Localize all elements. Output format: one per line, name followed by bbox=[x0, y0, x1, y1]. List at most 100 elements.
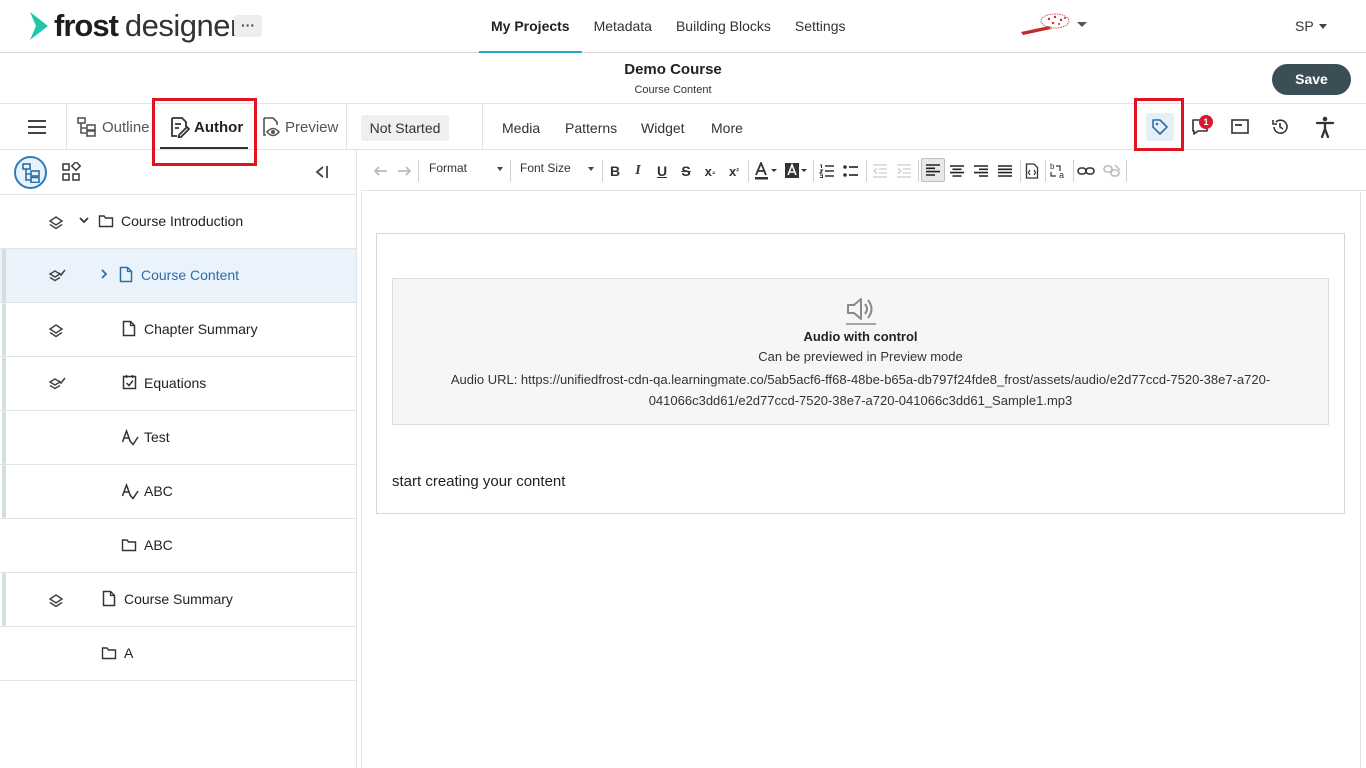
align-right-button[interactable] bbox=[971, 161, 991, 181]
org-dropdown-caret-icon[interactable] bbox=[1077, 22, 1087, 27]
tree-item-label: Course Introduction bbox=[121, 213, 244, 229]
tree-item-chapter-summary[interactable]: Chapter Summary bbox=[0, 303, 356, 357]
format-dropdown-label: Format bbox=[429, 161, 468, 175]
toolbar-separator bbox=[1020, 160, 1021, 182]
outline-tree-icon bbox=[77, 117, 96, 137]
nav-metadata[interactable]: Metadata bbox=[582, 0, 664, 53]
toolbar-divider bbox=[66, 104, 67, 150]
menu-patterns[interactable]: Patterns bbox=[565, 104, 617, 150]
course-title: Demo Course bbox=[624, 61, 722, 78]
history-button[interactable] bbox=[1269, 104, 1291, 150]
bullet-list-button[interactable] bbox=[841, 161, 861, 181]
bold-icon[interactable]: B bbox=[606, 161, 624, 181]
course-subtitle: Course Content bbox=[634, 84, 712, 96]
chevron-down-icon[interactable] bbox=[78, 214, 90, 226]
tree-item-label: Test bbox=[144, 429, 170, 445]
tab-outline[interactable]: Outline bbox=[76, 104, 150, 150]
tree-item-abc-folder[interactable]: ABC bbox=[0, 519, 356, 573]
redo-button[interactable] bbox=[395, 161, 413, 181]
numbered-list-button[interactable] bbox=[817, 161, 837, 181]
tree-item-abc-assessment[interactable]: ABC bbox=[0, 465, 356, 519]
strikethrough-icon[interactable]: S bbox=[677, 161, 695, 181]
align-center-button[interactable] bbox=[947, 161, 967, 181]
frost-designer-logo[interactable]: frost designer bbox=[28, 8, 240, 44]
speaker-icon bbox=[846, 298, 876, 325]
logo-chevron-icon bbox=[30, 12, 48, 40]
chevron-right-icon[interactable] bbox=[98, 268, 110, 280]
outdent-button[interactable] bbox=[870, 161, 890, 181]
superscript-icon[interactable]: x² bbox=[725, 161, 743, 181]
audio-widget[interactable]: Audio with control Can be previewed in P… bbox=[392, 278, 1329, 425]
indent-icon bbox=[897, 164, 911, 178]
tree-item-a[interactable]: A bbox=[0, 627, 356, 681]
content-placeholder-text[interactable]: start creating your content bbox=[392, 473, 565, 490]
italic-icon[interactable]: I bbox=[629, 161, 647, 181]
nav-my-projects[interactable]: My Projects bbox=[479, 0, 582, 53]
source-code-button[interactable] bbox=[1022, 161, 1042, 181]
collapse-sidebar-icon[interactable] bbox=[314, 164, 330, 180]
grid-view-icon[interactable] bbox=[61, 162, 81, 182]
checklist-page-icon bbox=[122, 375, 137, 390]
toolbar-separator bbox=[866, 160, 867, 182]
nav-building-blocks[interactable]: Building Blocks bbox=[664, 0, 783, 53]
organization-logo[interactable] bbox=[1019, 12, 1071, 36]
justify-icon bbox=[998, 165, 1012, 177]
tree-item-course-summary[interactable]: Course Summary bbox=[0, 573, 356, 627]
tree-item-label: ABC bbox=[144, 537, 173, 553]
layers-icon[interactable] bbox=[48, 215, 64, 231]
underline-icon[interactable]: U bbox=[653, 161, 671, 181]
caret-icon bbox=[497, 167, 503, 171]
text-color-button[interactable] bbox=[753, 161, 779, 181]
find-replace-button[interactable]: b a bbox=[1048, 161, 1070, 181]
user-menu[interactable]: SP bbox=[1295, 18, 1314, 34]
tag-highlight-box bbox=[1134, 98, 1184, 151]
menu-widget[interactable]: Widget bbox=[641, 104, 685, 150]
toolbar-separator bbox=[418, 160, 419, 182]
tab-preview[interactable]: Preview bbox=[259, 104, 338, 150]
highlight-color-button[interactable] bbox=[783, 161, 809, 181]
panel-button[interactable] bbox=[1229, 104, 1251, 150]
svg-text:a: a bbox=[1059, 170, 1064, 180]
undo-button[interactable] bbox=[372, 161, 390, 181]
toolbar-separator bbox=[1045, 160, 1046, 182]
folder-icon bbox=[101, 647, 117, 660]
source-code-icon bbox=[1025, 163, 1039, 179]
font-size-dropdown[interactable]: Font Size bbox=[520, 158, 596, 182]
text-color-icon bbox=[755, 162, 777, 180]
accessibility-button[interactable] bbox=[1314, 104, 1336, 150]
nav-settings[interactable]: Settings bbox=[783, 0, 858, 53]
tree-level-bar bbox=[2, 357, 6, 410]
user-dropdown-caret-icon[interactable] bbox=[1319, 24, 1327, 29]
tree-item-equations[interactable]: Equations bbox=[0, 357, 356, 411]
more-options-button[interactable]: ··· bbox=[234, 15, 262, 37]
menu-more[interactable]: More bbox=[711, 104, 743, 150]
justify-button[interactable] bbox=[995, 161, 1015, 181]
tree-level-bar bbox=[2, 411, 6, 464]
tree-item-course-content[interactable]: Course Content bbox=[0, 249, 356, 303]
save-button[interactable]: Save bbox=[1272, 64, 1351, 95]
tree-item-label: Equations bbox=[144, 375, 207, 391]
insert-link-button[interactable] bbox=[1075, 161, 1097, 181]
align-left-button[interactable] bbox=[921, 158, 945, 182]
tree-item-label: Course Summary bbox=[124, 591, 233, 607]
logo-text-frost: frost bbox=[54, 8, 119, 43]
folder-icon bbox=[98, 215, 114, 228]
layers-check-icon[interactable] bbox=[48, 376, 66, 392]
layers-icon[interactable] bbox=[48, 323, 64, 339]
status-badge[interactable]: Not Started bbox=[361, 115, 449, 141]
tree-view-button[interactable] bbox=[14, 156, 47, 189]
tree-item-label: ABC bbox=[144, 483, 173, 499]
subscript-icon[interactable]: x₂ bbox=[701, 161, 719, 181]
audio-url: Audio URL: https://unifiedfrost-cdn-qa.l… bbox=[450, 372, 1271, 408]
tree-item-test[interactable]: Test bbox=[0, 411, 356, 465]
layers-check-icon[interactable] bbox=[48, 268, 66, 284]
undo-icon bbox=[373, 166, 387, 176]
layers-icon[interactable] bbox=[48, 593, 64, 609]
tree-item-course-introduction[interactable]: Course Introduction bbox=[0, 195, 356, 249]
remove-link-button[interactable] bbox=[1101, 161, 1123, 181]
hamburger-menu-icon[interactable] bbox=[28, 120, 46, 134]
page-icon bbox=[119, 266, 133, 283]
indent-button[interactable] bbox=[894, 161, 914, 181]
menu-media[interactable]: Media bbox=[502, 104, 540, 150]
format-dropdown[interactable]: Format bbox=[429, 158, 505, 182]
